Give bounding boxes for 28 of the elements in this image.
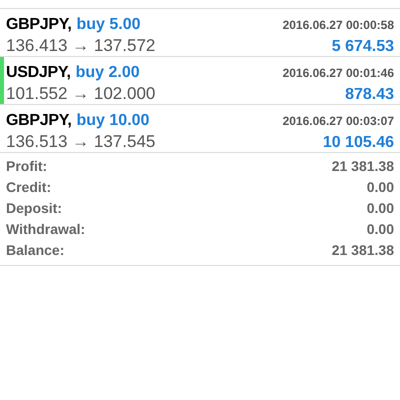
summary-label: Deposit: — [6, 199, 62, 218]
summary-label: Balance: — [6, 241, 64, 260]
deal-row[interactable]: GBPJPY, buy 10.00 2016.06.27 00:03:07 136.513 → 137.545 10 105.46 — [0, 105, 400, 153]
selection-bar — [0, 57, 4, 104]
trade-action: buy 10.00 — [76, 111, 150, 131]
deal-profit: 10 105.46 — [322, 133, 394, 153]
summary-value: 0.00 — [366, 178, 394, 197]
deal-time: 2016.06.27 00:03:07 — [282, 113, 394, 130]
deal-time: 2016.06.27 00:00:58 — [282, 17, 394, 34]
summary-value: 0.00 — [366, 220, 394, 239]
deal-profit: 878.43 — [345, 85, 394, 105]
summary-value: 0.00 — [366, 199, 394, 218]
summary-label: Profit: — [6, 157, 48, 176]
summary-value: 21 381.38 — [332, 241, 394, 260]
price-range: 136.413 → 137.572 — [6, 35, 156, 57]
summary-label: Withdrawal: — [6, 220, 86, 239]
trade-action: buy 5.00 — [76, 15, 141, 35]
trade-action: buy 2.00 — [76, 63, 140, 83]
deal-row[interactable]: USDJPY, buy 2.00 2016.06.27 00:01:46 101.552 → 102.000 878.43 — [0, 57, 400, 105]
summary-label: Credit: — [6, 178, 52, 197]
deal-profit: 5 674.53 — [332, 37, 394, 57]
deal-time: 2016.06.27 00:01:46 — [282, 65, 394, 82]
symbol: USDJPY, — [6, 63, 71, 83]
symbol: GBPJPY, — [6, 15, 72, 35]
summary-value: 21 381.38 — [332, 157, 394, 176]
symbol: GBPJPY, — [6, 111, 72, 131]
price-range: 136.513 → 137.545 — [6, 131, 156, 153]
price-range: 101.552 → 102.000 — [6, 83, 156, 105]
